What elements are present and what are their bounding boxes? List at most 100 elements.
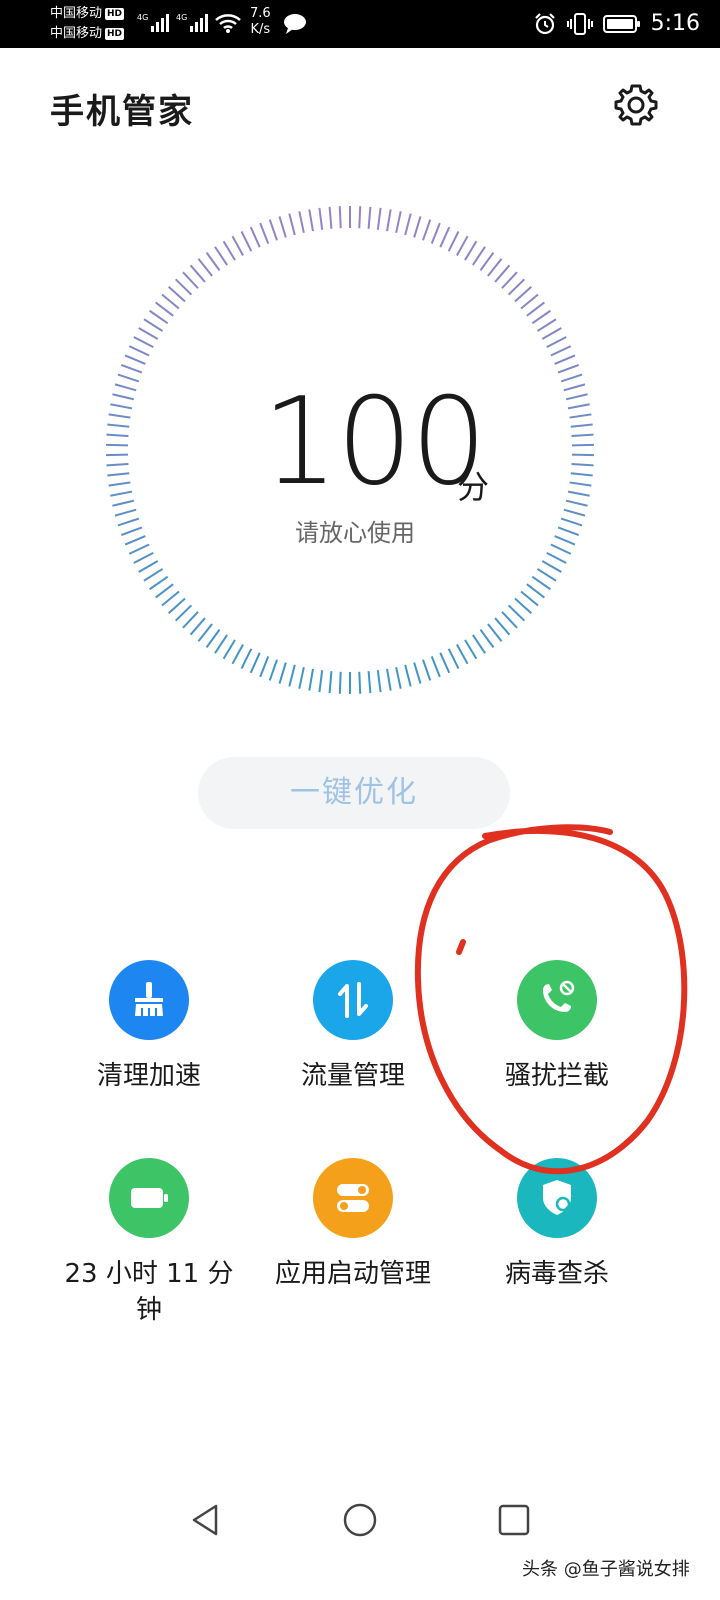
dial-tick <box>107 423 130 428</box>
dial-tick <box>536 568 557 582</box>
dial-tick <box>106 433 129 438</box>
dial-tick <box>487 623 503 642</box>
dial-tick <box>143 318 164 332</box>
dial-tick <box>456 235 469 256</box>
dial-tick <box>288 664 296 687</box>
speed-value: 7.6 <box>250 6 271 21</box>
tool-cleanup[interactable]: 清理加速 <box>39 960 259 1094</box>
dial-tick <box>197 623 213 642</box>
alarm-icon <box>534 13 555 35</box>
dial-tick <box>182 611 199 629</box>
dial-tick <box>386 209 392 232</box>
score-subtitle: 请放心使用 <box>295 519 415 547</box>
dial-tick <box>554 354 576 365</box>
dial-tick <box>259 656 270 678</box>
carrier-1: 中国移动 <box>50 6 103 21</box>
tool-label: 流量管理 <box>300 1061 405 1091</box>
dial-tick <box>338 206 342 229</box>
battery-icon <box>602 15 640 33</box>
dial-tick <box>413 662 422 684</box>
dial-tick <box>531 309 551 325</box>
tool-label: 清理加速 <box>96 1061 201 1091</box>
dial-tick <box>404 213 412 236</box>
dial-tick <box>358 671 362 694</box>
tool-app-launch[interactable]: 应用启动管理 <box>243 1158 463 1292</box>
dial-tick <box>308 668 314 691</box>
signal-icon: 4G <box>176 13 208 32</box>
dial-tick <box>413 216 422 238</box>
dial-tick <box>464 240 478 261</box>
dial-tick <box>565 393 588 401</box>
dial-tick <box>567 403 590 410</box>
dial-tick <box>571 462 594 467</box>
dial-tick <box>570 472 593 477</box>
dial-tick <box>138 327 159 340</box>
dial-tick <box>108 413 131 419</box>
dial-tick <box>318 670 324 693</box>
dial-tick <box>288 213 296 236</box>
dial-tick <box>214 246 228 266</box>
network-type-1: 4G <box>137 13 148 22</box>
clock: 5:16 <box>650 11 700 36</box>
dial-tick <box>328 671 333 694</box>
dial-tick <box>133 551 154 564</box>
dial-tick <box>168 285 186 303</box>
carrier-2: 中国移动 <box>50 26 103 41</box>
dial-tick <box>526 583 545 599</box>
tool-label-line: 钟 <box>135 1295 162 1325</box>
dial-tick <box>447 231 460 252</box>
dial-tick <box>541 560 562 573</box>
dial-tick <box>174 604 193 622</box>
dial-tick <box>168 597 186 615</box>
dial-tick <box>112 499 135 507</box>
dial-tick <box>376 207 382 230</box>
dial-tick <box>479 252 495 271</box>
vibrate-icon <box>566 13 593 35</box>
dial-tick <box>259 222 270 244</box>
dial-tick <box>536 318 557 332</box>
dial-tick <box>268 659 278 681</box>
tool-data-usage[interactable]: 流量管理 <box>243 960 463 1094</box>
shield-search-icon <box>517 1158 597 1238</box>
dial-tick <box>268 219 278 241</box>
dial-tick <box>570 423 593 428</box>
dial-tick <box>447 648 460 669</box>
dial-tick <box>117 373 140 383</box>
dial-tick <box>531 575 551 591</box>
dial-tick <box>155 583 174 599</box>
tool-call-blocking[interactable]: 骚扰拦截 <box>447 960 667 1094</box>
battery-icon <box>109 1158 189 1238</box>
dial-tick <box>464 639 478 660</box>
dial-tick <box>124 354 146 365</box>
optimize-button[interactable]: 一键优化 <box>198 757 510 829</box>
dial-tick <box>161 293 180 310</box>
dial-tick <box>439 652 451 674</box>
dial-tick <box>487 258 503 277</box>
dial-tick <box>328 206 333 229</box>
dial-tick <box>472 634 486 654</box>
dial-tick <box>456 644 469 665</box>
gear-icon[interactable] <box>614 83 658 127</box>
dial-tick <box>114 383 137 392</box>
dial-tick <box>108 481 131 487</box>
dial-tick <box>430 656 441 678</box>
dial-tick <box>128 345 150 357</box>
tool-label: 23 小时 11 分 钟 <box>39 1256 259 1328</box>
call-block-icon <box>517 960 597 1040</box>
tool-label: 病毒查杀 <box>504 1259 609 1289</box>
data-transfer-icon <box>313 960 393 1040</box>
dial-tick <box>240 231 253 252</box>
back-button[interactable] <box>176 1490 236 1550</box>
recents-button[interactable] <box>484 1490 544 1550</box>
status-right: 5:16 <box>533 10 700 38</box>
dial-tick <box>249 652 261 674</box>
hd-badge: HD <box>105 28 125 40</box>
status-bar: 中国移动 HD 中国移动 HD 4G 4G 7.6 K/s 5:16 <box>0 0 720 48</box>
dial-tick <box>298 666 305 689</box>
tool-virus-scan[interactable]: 病毒查杀 <box>447 1158 667 1292</box>
tool-battery[interactable]: 23 小时 11 分 钟 <box>39 1158 259 1328</box>
dial-tick <box>560 373 583 383</box>
home-button[interactable] <box>330 1490 390 1550</box>
dial-tick <box>161 590 180 607</box>
dial-tick <box>439 226 451 248</box>
